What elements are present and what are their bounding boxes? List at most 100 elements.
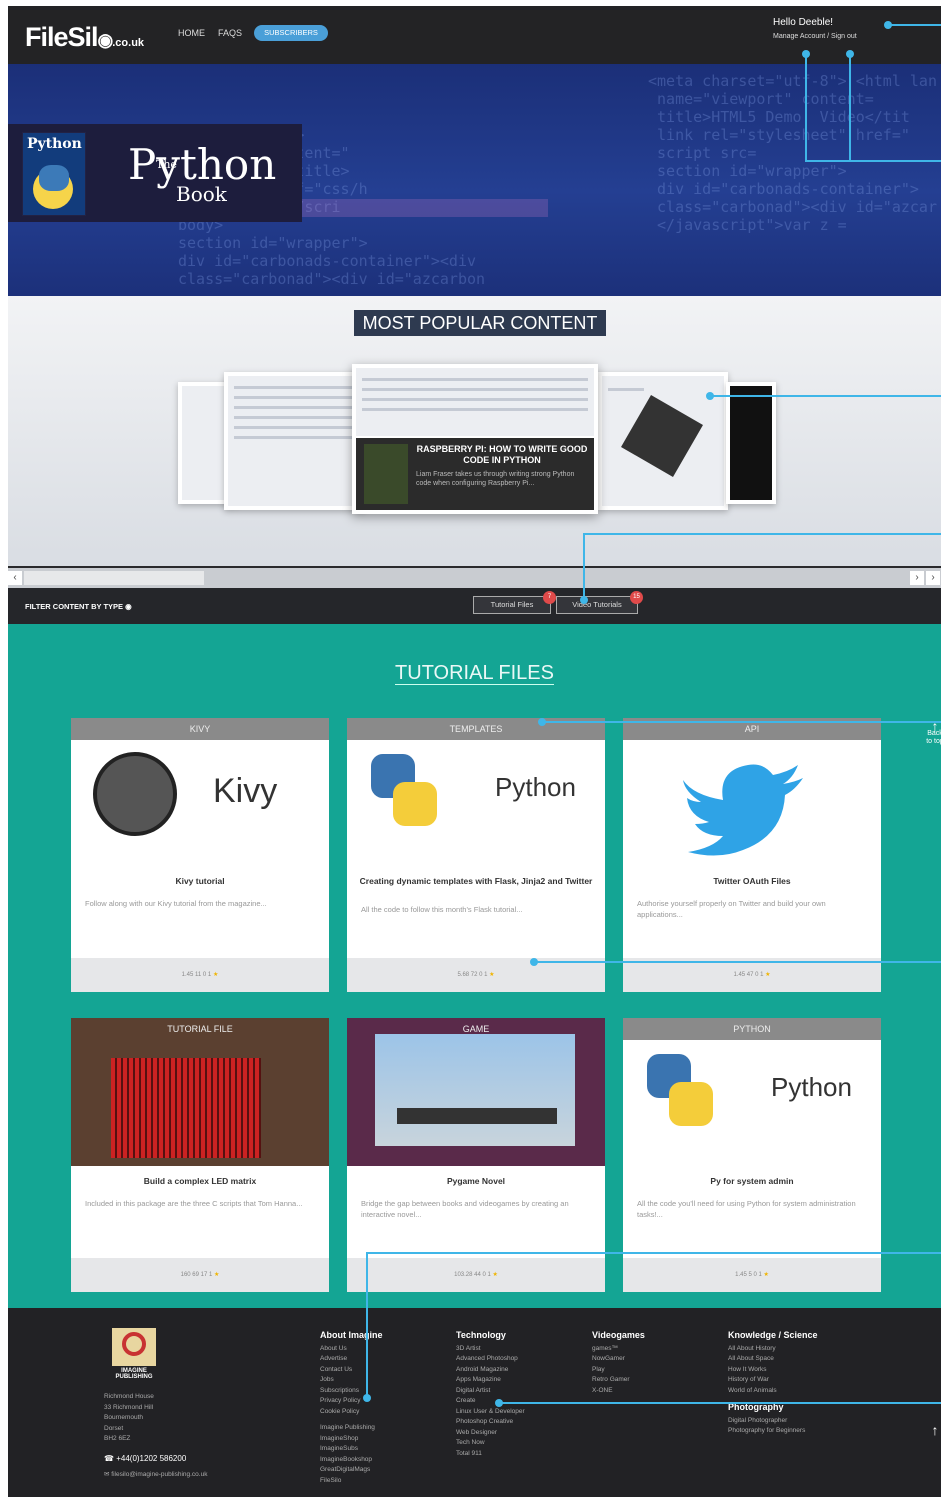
twitter-bird-icon	[683, 764, 803, 856]
imagine-logo[interactable]	[112, 1328, 156, 1366]
card-stats-text: 160 69 17 1	[180, 1272, 213, 1278]
callout-line	[805, 160, 941, 162]
footer-link[interactable]: Photoshop Creative	[456, 1417, 525, 1428]
popular-heading: MOST POPULAR CONTENT	[354, 310, 606, 336]
footer-link[interactable]: Play	[592, 1365, 645, 1376]
address-line: Richmond House	[104, 1393, 154, 1400]
publisher-name: IMAGINE PUBLISHING	[115, 1368, 153, 1380]
card-image	[623, 740, 881, 866]
filter-bar: FILTER CONTENT BY TYPE ◉ Tutorial Files …	[8, 588, 941, 624]
filter-video-tutorials-button[interactable]: Video Tutorials 15	[556, 591, 643, 614]
footer-link[interactable]: ImagineSubs	[320, 1444, 383, 1455]
footer-link[interactable]: Total 911	[456, 1449, 525, 1460]
scroll-left-icon[interactable]: ‹	[8, 571, 22, 585]
footer-link[interactable]: Tech Now	[456, 1438, 525, 1449]
footer-link[interactable]: 3D Artist	[456, 1344, 525, 1355]
back-to-top-label: Back to top	[926, 730, 941, 745]
scrollbar-thumb[interactable]	[24, 571, 204, 585]
callout-line	[583, 533, 585, 599]
footer-link[interactable]: ImagineShop	[320, 1434, 383, 1445]
filter-tutorial-files-button[interactable]: Tutorial Files 7	[473, 591, 556, 614]
featured-thumbnail	[364, 444, 408, 504]
filter-label[interactable]: FILTER CONTENT BY TYPE ◉	[25, 602, 132, 611]
carousel-slide[interactable]	[224, 372, 364, 510]
hero-banner: <meta charset="utf-8"> <html lan name="v…	[8, 64, 941, 296]
footer-link[interactable]: Subscriptions	[320, 1386, 383, 1397]
featured-slide[interactable]: RASPBERRY PI: HOW TO WRITE GOOD CODE IN …	[352, 364, 598, 514]
card-category: GAME	[462, 1024, 490, 1034]
footer-link[interactable]: History of War	[728, 1375, 818, 1386]
tutorial-files-section: TUTORIAL FILES KIVY Kivy Kivy tutorial F…	[8, 624, 941, 1308]
card-stats: 5.68 72 0 1 ★	[347, 958, 605, 992]
footer-link[interactable]: Android Magazine	[456, 1365, 525, 1376]
footer-link[interactable]: Imagine Publishing	[320, 1423, 383, 1434]
tutorial-card[interactable]: TEMPLATES Python Creating dynamic templa…	[347, 718, 605, 992]
footer-link[interactable]: Linux User & Developer	[456, 1407, 525, 1418]
footer-link[interactable]: Privacy Policy	[320, 1396, 383, 1407]
footer-link[interactable]: Web Designer	[456, 1428, 525, 1439]
book-title: The Python Book	[128, 144, 276, 205]
address-line: 33 Richmond Hill	[104, 1403, 154, 1411]
footer-link[interactable]: All About History	[728, 1344, 818, 1355]
card-title: Build a complex LED matrix	[143, 1176, 257, 1186]
nav-faqs[interactable]: FAQs	[218, 28, 242, 38]
tutorial-card[interactable]: PYTHON Python Py for system admin All th…	[623, 1018, 881, 1292]
card-image	[71, 1018, 329, 1166]
footer-link[interactable]: GreatDigitalMags	[320, 1465, 383, 1476]
email-link[interactable]: ✉ filesilo@imagine-publishing.co.uk	[104, 1470, 207, 1478]
back-to-top-button[interactable]: ↑Back to top	[924, 719, 941, 746]
footer-link[interactable]: All About Space	[728, 1354, 818, 1365]
footer-link[interactable]: Retro Gamer	[592, 1375, 645, 1386]
logo-suffix: .co.uk	[112, 37, 145, 49]
python-logo-yellow-icon	[393, 782, 437, 826]
tutorial-card[interactable]: GAME Pygame Novel Bridge the gap between…	[347, 1018, 605, 1292]
footer-link[interactable]: X-ONE	[592, 1386, 645, 1397]
card-image: Python	[347, 740, 605, 866]
footer-link[interactable]: Photography for Beginners	[728, 1426, 818, 1437]
footer-link[interactable]: Digital Artist	[456, 1386, 525, 1397]
footer-link[interactable]: Advertise	[320, 1354, 383, 1365]
game-screenshot	[375, 1034, 575, 1146]
callout-line	[366, 1252, 941, 1254]
footer-heading: About Imagine	[320, 1330, 383, 1340]
callout-dot	[363, 1394, 371, 1402]
footer-link[interactable]: FileSilo	[320, 1476, 383, 1487]
footer-link[interactable]: Digital Photographer	[728, 1416, 818, 1427]
carousel-slide[interactable]	[726, 382, 776, 504]
footer-link[interactable]: About Us	[320, 1344, 383, 1355]
book-badge[interactable]: Python The Python Book	[8, 124, 302, 222]
tutorial-card[interactable]: TUTORIAL FILE Build a complex LED matrix…	[71, 1018, 329, 1292]
footer-link[interactable]: Apps Magazine	[456, 1375, 525, 1386]
card-description: Follow along with our Kivy tutorial from…	[85, 899, 267, 908]
footer-link[interactable]: NowGamer	[592, 1354, 645, 1365]
nav-home[interactable]: HOME	[178, 28, 205, 38]
address-line: Bournemouth	[104, 1414, 144, 1421]
carousel-scrollbar[interactable]: ‹ › ›	[8, 568, 941, 588]
card-description: Included in this package are the three C…	[85, 1199, 303, 1208]
callout-line	[542, 721, 941, 723]
scroll-end-icon[interactable]: ›	[926, 571, 940, 585]
account-links[interactable]: Manage Account / Sign out	[773, 33, 857, 40]
card-image-text: Python	[495, 772, 576, 802]
user-greeting: Hello Deeble!	[773, 17, 834, 28]
footer-link[interactable]: games™	[592, 1344, 645, 1355]
footer-column-about: About Imagine About Us Advertise Contact…	[320, 1330, 383, 1486]
footer-link[interactable]: Contact Us	[320, 1365, 383, 1376]
footer-link[interactable]: Cookie Policy	[320, 1407, 383, 1418]
footer-link[interactable]: World of Animals	[728, 1386, 818, 1397]
tutorial-card[interactable]: API Twitter OAuth Files Authorise yourse…	[623, 718, 881, 992]
footer-link[interactable]: ImagineBookshop	[320, 1455, 383, 1466]
tutorial-card[interactable]: KIVY Kivy Kivy tutorial Follow along wit…	[71, 718, 329, 992]
phone-text: +44(0)1202 586200	[116, 1454, 187, 1463]
phone-number: ☎ +44(0)1202 586200	[104, 1454, 186, 1463]
footer-link[interactable]: How It Works	[728, 1365, 818, 1376]
card-image: Kivy	[71, 740, 329, 866]
email-text: filesilo@imagine-publishing.co.uk	[111, 1471, 208, 1478]
subscribers-button[interactable]: SUBSCRIBERS	[254, 25, 328, 41]
filesilo-logo[interactable]: FileSil◉.co.uk	[25, 22, 144, 53]
scroll-right-icon[interactable]: ›	[910, 571, 924, 585]
back-to-top-button[interactable]: ↑	[924, 1423, 941, 1437]
featured-caption: RASPBERRY PI: HOW TO WRITE GOOD CODE IN …	[356, 438, 594, 510]
footer-link[interactable]: Advanced Photoshop	[456, 1354, 525, 1365]
footer-link[interactable]: Jobs	[320, 1375, 383, 1386]
